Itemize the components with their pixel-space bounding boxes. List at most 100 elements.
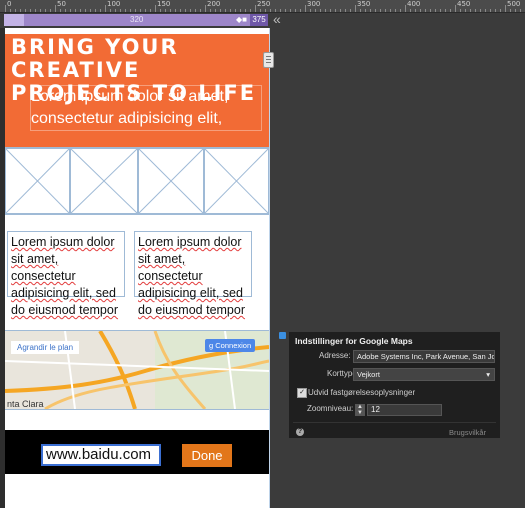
top-ruler: 0 50 100 150 200 250 300 350 400 450 500 <box>0 0 525 13</box>
ruler-tick <box>150 9 151 12</box>
panel-title: Indstillinger for Google Maps <box>295 336 413 346</box>
terms-link[interactable]: Brugsvilkår <box>449 428 486 437</box>
done-button[interactable]: Done <box>182 444 232 467</box>
text-column-left[interactable]: Lorem ipsum dolor sit amet, consectetur … <box>7 231 125 317</box>
ruler-tick <box>60 9 61 12</box>
media-query-drag-handle[interactable]: ◆■ <box>236 15 248 25</box>
map-city-label: nta Clara <box>7 399 44 409</box>
ruler-tick <box>395 9 396 12</box>
ruler-tick <box>470 9 471 12</box>
ruler-tick <box>440 9 441 12</box>
ruler-tick <box>310 9 311 12</box>
ruler-tick <box>230 9 231 12</box>
panel-divider <box>293 422 496 423</box>
ruler-tick <box>210 9 211 12</box>
ruler-tick <box>265 9 266 12</box>
maptype-select[interactable]: Vejkort ▾ <box>353 368 495 381</box>
ruler-tick <box>190 9 191 12</box>
ruler-tick <box>475 9 476 12</box>
ruler-tick <box>135 9 136 12</box>
ruler-tick <box>480 9 481 12</box>
connect-label: Connexion <box>215 341 252 350</box>
enlarge-map-link[interactable]: Agrandir le plan <box>11 341 80 354</box>
text-column-right[interactable]: Lorem ipsum dolor sit amet, consectetur … <box>134 231 252 317</box>
ruler-tick <box>20 9 21 12</box>
ruler-tick <box>120 9 121 12</box>
ruler-tick <box>240 9 241 12</box>
ruler-tick <box>350 9 351 12</box>
zoom-stepper[interactable]: ▲ ▼ <box>355 404 365 416</box>
ruler-tick <box>245 9 246 12</box>
ruler-label: 400 <box>407 0 421 8</box>
ruler-tick <box>155 5 156 12</box>
ruler-tick <box>30 9 31 12</box>
expand-pin-info-label: Udvid fastgørelsesoplysninger <box>308 388 416 397</box>
ruler-tick <box>100 9 101 12</box>
ruler-tick <box>425 9 426 12</box>
image-placeholder[interactable] <box>138 148 204 214</box>
ruler-tick <box>330 9 331 12</box>
checkbox-checked-icon[interactable]: ✓ <box>297 388 307 398</box>
ruler-label: 250 <box>257 0 271 8</box>
media-query-start-handle[interactable] <box>4 14 24 26</box>
ruler-tick <box>205 5 206 12</box>
image-placeholder[interactable] <box>5 148 70 214</box>
scroll-handle-icon[interactable] <box>263 52 274 68</box>
ruler-tick <box>85 9 86 12</box>
ruler-label: 350 <box>357 0 371 8</box>
ruler-tick <box>55 5 56 12</box>
image-placeholder[interactable] <box>70 148 138 214</box>
ruler-tick <box>305 5 306 12</box>
ruler-tick <box>145 9 146 12</box>
ruler-tick <box>235 9 236 12</box>
ruler-tick <box>410 9 411 12</box>
connect-button[interactable]: g Connexion <box>205 339 256 352</box>
ruler-tick <box>140 9 141 12</box>
hero-lead-text[interactable]: Lorem ipsum dolor sit amet, consectetur … <box>30 85 262 131</box>
ruler-tick <box>5 5 6 12</box>
ruler-tick <box>170 9 171 12</box>
ruler-tick <box>105 5 106 12</box>
help-icon[interactable]: ? <box>296 428 304 436</box>
zoom-label: Zoomniveau: <box>307 404 354 413</box>
ruler-label: 450 <box>457 0 471 8</box>
ruler-tick <box>430 9 431 12</box>
ruler-tick <box>450 9 451 12</box>
widget-marker-icon[interactable] <box>279 332 286 339</box>
ruler-label: 300 <box>307 0 321 8</box>
address-input[interactable]: Adobe Systems Inc, Park Avenue, San Jo <box>353 350 495 363</box>
ruler-tick <box>465 9 466 12</box>
column-text: Lorem ipsum dolor sit amet, consectetur … <box>11 235 119 317</box>
ruler-tick <box>35 9 36 12</box>
image-placeholder[interactable] <box>204 148 269 214</box>
ruler-label: 500 <box>507 0 521 8</box>
collapse-chevrons-icon[interactable]: « <box>273 11 281 27</box>
ruler-tick <box>405 5 406 12</box>
ruler-tick <box>375 9 376 12</box>
ruler-tick <box>495 9 496 12</box>
ruler-tick <box>185 9 186 12</box>
ruler-tick <box>40 9 41 12</box>
ruler-tick <box>365 9 366 12</box>
zoom-input[interactable]: 12 <box>367 404 442 416</box>
ruler-tick <box>10 9 11 12</box>
column-text: Lorem ipsum dolor sit amet, consectetur … <box>138 235 246 317</box>
ruler-tick <box>195 9 196 12</box>
ruler-tick <box>180 9 181 12</box>
media-query-right-value[interactable]: 375 <box>250 14 268 26</box>
hero-section[interactable]: BRING YOUR CREATIVE PROJECTS TO LIFE Lor… <box>5 34 269 147</box>
ruler-tick <box>315 9 316 12</box>
ruler-tick <box>295 9 296 12</box>
url-input[interactable]: www.baidu.com <box>41 444 161 466</box>
ruler-tick <box>270 9 271 12</box>
ruler-tick <box>50 9 51 12</box>
ruler-label: 50 <box>57 0 66 8</box>
media-query-bar[interactable]: 320 ◆■ 375 <box>0 13 525 27</box>
ruler-tick <box>335 9 336 12</box>
google-map[interactable]: Agrandir le plan g Connexion nta Clara <box>5 330 269 410</box>
ruler-tick <box>320 9 321 12</box>
ruler-tick <box>200 9 201 12</box>
ruler-tick <box>460 9 461 12</box>
design-page: BRING YOUR CREATIVE PROJECTS TO LIFE Lor… <box>5 28 270 508</box>
ruler-tick <box>290 9 291 12</box>
